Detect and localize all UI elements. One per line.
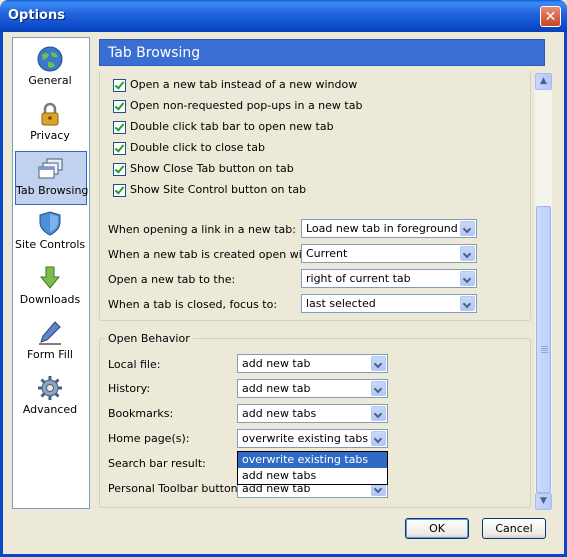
sidebar-item-general[interactable]: General xyxy=(15,42,85,94)
category-sidebar: General Privacy Tab Browsing Site Contro… xyxy=(12,37,90,509)
history-label: History: xyxy=(108,382,151,395)
chevron-down-icon[interactable] xyxy=(371,431,386,446)
grip-line xyxy=(541,348,548,349)
checkbox-label: Open a new tab instead of a new window xyxy=(130,78,358,91)
sidebar-item-privacy[interactable]: Privacy xyxy=(15,97,85,149)
chevron-down-icon[interactable] xyxy=(460,296,475,311)
home-page-dropdown-list: overwrite existing tabs add new tabs xyxy=(237,451,388,485)
checkbox-label: Open non-requested pop-ups in a new tab xyxy=(130,99,363,112)
checkbox-label: Double click to close tab xyxy=(130,141,265,154)
local-file-label: Local file: xyxy=(108,358,161,371)
gear-icon xyxy=(38,376,62,400)
sidebar-item-form-fill[interactable]: Form Fill xyxy=(15,316,85,368)
tab-closed-focus-label: When a tab is closed, focus to: xyxy=(108,298,278,311)
cancel-button[interactable]: Cancel xyxy=(482,518,546,539)
checkbox-checked[interactable] xyxy=(113,163,126,176)
lock-icon xyxy=(41,102,59,126)
section-header: Tab Browsing xyxy=(99,39,545,66)
close-button[interactable]: ✕ xyxy=(540,6,561,27)
globe-icon xyxy=(37,46,63,72)
link-new-tab-label: When opening a link in a new tab: xyxy=(108,223,296,236)
sidebar-item-label: Form Fill xyxy=(27,348,73,361)
ok-button[interactable]: OK xyxy=(405,518,469,539)
select-value: add new tab xyxy=(242,382,311,395)
history-select[interactable]: add new tab xyxy=(237,379,388,398)
grip-line xyxy=(541,350,548,351)
new-tab-open-with-label: When a new tab is created open with: xyxy=(108,248,317,261)
checkbox-checked[interactable] xyxy=(113,142,126,155)
select-value: last selected xyxy=(306,297,376,310)
personal-toolbar-label: Personal Toolbar button: xyxy=(108,482,242,495)
sidebar-item-label: Tab Browsing xyxy=(16,184,89,197)
checkbox-label: Show Close Tab button on tab xyxy=(130,162,294,175)
chevron-down-icon[interactable] xyxy=(371,406,386,421)
checkbox-checked[interactable] xyxy=(113,121,126,134)
home-page-select[interactable]: overwrite existing tabs xyxy=(237,429,388,448)
sidebar-item-label: General xyxy=(28,74,72,87)
tab-closed-focus-select[interactable]: last selected xyxy=(301,294,477,313)
checkbox-checked[interactable] xyxy=(113,79,126,92)
vertical-scrollbar[interactable]: ▲ ▼ xyxy=(535,73,552,510)
shield-icon xyxy=(39,211,61,236)
page-title: Tab Browsing xyxy=(108,45,201,61)
checkbox-label: Double click tab bar to open new tab xyxy=(130,120,334,133)
scroll-down-button[interactable]: ▼ xyxy=(535,493,552,510)
grip-line xyxy=(541,352,548,353)
open-behavior-legend: Open Behavior xyxy=(105,332,193,345)
checkbox-checked[interactable] xyxy=(113,100,126,113)
chevron-down-icon[interactable] xyxy=(460,246,475,261)
chevron-down-icon: ▼ xyxy=(540,496,547,506)
select-value: add new tab xyxy=(242,357,311,370)
dropdown-option[interactable]: add new tabs xyxy=(238,468,387,484)
search-bar-result-label: Search bar result: xyxy=(108,457,206,470)
select-value: overwrite existing tabs xyxy=(242,432,369,445)
select-value: right of current tab xyxy=(306,272,411,285)
scroll-up-button[interactable]: ▲ xyxy=(535,73,552,90)
new-tab-position-select[interactable]: right of current tab xyxy=(301,269,477,288)
select-value: Load new tab in foreground xyxy=(306,222,458,235)
download-arrow-icon xyxy=(39,266,61,289)
select-value: Current xyxy=(306,247,348,260)
checkbox-label: Show Site Control button on tab xyxy=(130,183,307,196)
home-page-label: Home page(s): xyxy=(108,432,190,445)
chevron-up-icon: ▲ xyxy=(540,76,547,86)
chevron-down-icon[interactable] xyxy=(371,356,386,371)
bookmarks-select[interactable]: add new tabs xyxy=(237,404,388,423)
sidebar-item-label: Downloads xyxy=(19,293,81,306)
bookmarks-label: Bookmarks: xyxy=(108,407,174,420)
dropdown-option[interactable]: overwrite existing tabs xyxy=(238,452,387,468)
sidebar-item-tab-browsing[interactable]: Tab Browsing xyxy=(15,151,89,205)
local-file-select[interactable]: add new tab xyxy=(237,354,388,373)
link-new-tab-select[interactable]: Load new tab in foreground xyxy=(301,219,477,238)
grip-line xyxy=(541,346,548,347)
window-title: Options xyxy=(8,8,65,23)
close-icon: ✕ xyxy=(544,9,557,25)
select-value: add new tabs xyxy=(242,407,317,420)
chevron-down-icon[interactable] xyxy=(371,381,386,396)
scrollbar-thumb[interactable] xyxy=(536,206,551,493)
chevron-down-icon[interactable] xyxy=(460,221,475,236)
sidebar-item-site-controls[interactable]: Site Controls xyxy=(15,206,85,258)
title-bar: Options ✕ xyxy=(0,0,567,32)
new-tab-open-with-select[interactable]: Current xyxy=(301,244,477,263)
chevron-down-icon[interactable] xyxy=(460,271,475,286)
sidebar-item-advanced[interactable]: Advanced xyxy=(15,371,85,423)
new-tab-position-label: Open a new tab to the: xyxy=(108,273,236,286)
sidebar-item-label: Advanced xyxy=(22,403,78,416)
pen-icon xyxy=(39,321,61,345)
sidebar-item-label: Privacy xyxy=(30,129,70,142)
windows-icon xyxy=(38,158,63,179)
sidebar-item-downloads[interactable]: Downloads xyxy=(15,261,85,313)
sidebar-item-label: Site Controls xyxy=(15,238,86,251)
checkbox-checked[interactable] xyxy=(113,184,126,197)
